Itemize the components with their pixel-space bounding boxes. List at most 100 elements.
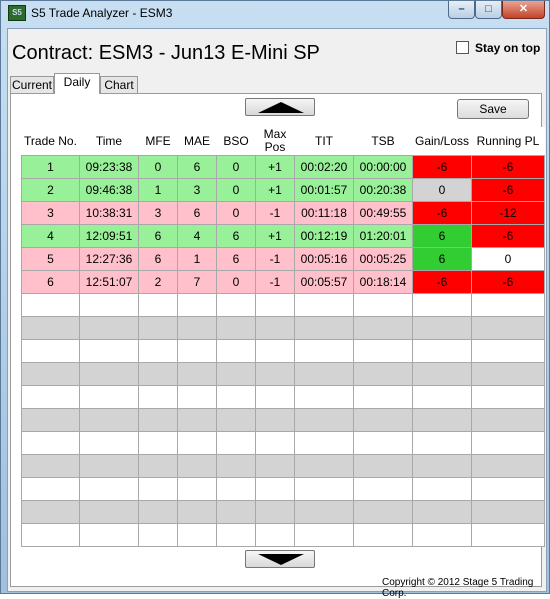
empty-cell[interactable] xyxy=(471,316,545,340)
empty-cell[interactable] xyxy=(471,385,545,409)
empty-cell[interactable] xyxy=(471,477,545,501)
empty-row[interactable] xyxy=(21,477,545,501)
empty-cell[interactable] xyxy=(353,339,413,363)
empty-cell[interactable] xyxy=(255,500,295,524)
empty-cell[interactable] xyxy=(412,408,472,432)
empty-cell[interactable] xyxy=(138,431,178,455)
empty-cell[interactable] xyxy=(294,477,354,501)
empty-cell[interactable] xyxy=(79,385,139,409)
empty-cell[interactable] xyxy=(177,477,217,501)
empty-cell[interactable] xyxy=(255,454,295,478)
empty-cell[interactable] xyxy=(21,339,80,363)
cell-time[interactable]: 09:23:38 xyxy=(79,155,139,179)
empty-cell[interactable] xyxy=(353,316,413,340)
close-button[interactable]: ✕ xyxy=(502,1,545,19)
empty-cell[interactable] xyxy=(255,477,295,501)
empty-cell[interactable] xyxy=(255,408,295,432)
cell-bso[interactable]: 0 xyxy=(216,201,256,225)
empty-cell[interactable] xyxy=(216,339,256,363)
col-trade-no[interactable]: Trade No. xyxy=(21,127,80,156)
empty-cell[interactable] xyxy=(138,339,178,363)
empty-row[interactable] xyxy=(21,431,545,455)
empty-cell[interactable] xyxy=(79,339,139,363)
cell-gain-loss[interactable]: -6 xyxy=(412,201,472,225)
cell-trade-no[interactable]: 6 xyxy=(21,270,80,294)
cell-bso[interactable]: 6 xyxy=(216,247,256,271)
cell-max-pos[interactable]: +1 xyxy=(255,178,295,202)
cell-tit[interactable]: 00:05:57 xyxy=(294,270,354,294)
col-mae[interactable]: MAE xyxy=(177,127,217,156)
cell-tsb[interactable]: 00:49:55 xyxy=(353,201,413,225)
cell-max-pos[interactable]: +1 xyxy=(255,155,295,179)
empty-cell[interactable] xyxy=(255,431,295,455)
table-row[interactable]: 3 10:38:31 3 6 0 -1 00:11:18 00:49:55 -6 -12 xyxy=(21,201,545,225)
stay-on-top-toggle[interactable]: Stay on top xyxy=(456,41,540,55)
empty-cell[interactable] xyxy=(471,454,545,478)
col-gain-loss[interactable]: Gain/Loss xyxy=(412,127,472,156)
cell-mfe[interactable]: 2 xyxy=(138,270,178,294)
empty-cell[interactable] xyxy=(353,500,413,524)
empty-cell[interactable] xyxy=(21,523,80,547)
empty-cell[interactable] xyxy=(21,500,80,524)
empty-cell[interactable] xyxy=(294,339,354,363)
cell-gain-loss[interactable]: -6 xyxy=(412,155,472,179)
empty-cell[interactable] xyxy=(79,408,139,432)
empty-cell[interactable] xyxy=(177,408,217,432)
empty-cell[interactable] xyxy=(471,408,545,432)
empty-cell[interactable] xyxy=(79,431,139,455)
empty-cell[interactable] xyxy=(216,523,256,547)
cell-mfe[interactable]: 3 xyxy=(138,201,178,225)
cell-time[interactable]: 10:38:31 xyxy=(79,201,139,225)
cell-trade-no[interactable]: 5 xyxy=(21,247,80,271)
empty-cell[interactable] xyxy=(177,523,217,547)
empty-cell[interactable] xyxy=(294,408,354,432)
empty-cell[interactable] xyxy=(471,500,545,524)
empty-cell[interactable] xyxy=(412,477,472,501)
cell-mfe[interactable]: 6 xyxy=(138,224,178,248)
empty-cell[interactable] xyxy=(353,477,413,501)
cell-mae[interactable]: 4 xyxy=(177,224,217,248)
empty-row[interactable] xyxy=(21,385,545,409)
empty-cell[interactable] xyxy=(79,523,139,547)
empty-cell[interactable] xyxy=(412,500,472,524)
col-time[interactable]: Time xyxy=(79,127,139,156)
empty-cell[interactable] xyxy=(177,362,217,386)
empty-cell[interactable] xyxy=(255,362,295,386)
cell-max-pos[interactable]: -1 xyxy=(255,201,295,225)
empty-cell[interactable] xyxy=(255,316,295,340)
cell-trade-no[interactable]: 3 xyxy=(21,201,80,225)
cell-time[interactable]: 09:46:38 xyxy=(79,178,139,202)
empty-cell[interactable] xyxy=(177,385,217,409)
col-tsb[interactable]: TSB xyxy=(353,127,413,156)
empty-cell[interactable] xyxy=(255,293,295,317)
cell-mae[interactable]: 6 xyxy=(177,155,217,179)
cell-running-pl[interactable]: -6 xyxy=(471,270,545,294)
cell-max-pos[interactable]: +1 xyxy=(255,224,295,248)
cell-gain-loss[interactable]: 6 xyxy=(412,247,472,271)
cell-tsb[interactable]: 00:20:38 xyxy=(353,178,413,202)
cell-gain-loss[interactable]: 6 xyxy=(412,224,472,248)
minimize-button[interactable]: – xyxy=(448,1,475,19)
cell-max-pos[interactable]: -1 xyxy=(255,247,295,271)
empty-cell[interactable] xyxy=(138,500,178,524)
empty-cell[interactable] xyxy=(21,362,80,386)
empty-cell[interactable] xyxy=(177,316,217,340)
empty-cell[interactable] xyxy=(21,431,80,455)
empty-row[interactable] xyxy=(21,316,545,340)
tab-current[interactable]: Current xyxy=(10,76,54,93)
empty-cell[interactable] xyxy=(353,385,413,409)
empty-cell[interactable] xyxy=(177,454,217,478)
scroll-down-button[interactable] xyxy=(245,550,315,568)
cell-mfe[interactable]: 1 xyxy=(138,178,178,202)
col-running-pl[interactable]: Running PL xyxy=(471,127,545,156)
table-row[interactable]: 6 12:51:07 2 7 0 -1 00:05:57 00:18:14 -6 -6 xyxy=(21,270,545,294)
empty-cell[interactable] xyxy=(138,293,178,317)
cell-running-pl[interactable]: -6 xyxy=(471,155,545,179)
empty-cell[interactable] xyxy=(138,362,178,386)
tab-chart[interactable]: Chart xyxy=(100,76,138,93)
empty-cell[interactable] xyxy=(353,293,413,317)
table-row[interactable]: 5 12:27:36 6 1 6 -1 00:05:16 00:05:25 6 0 xyxy=(21,247,545,271)
empty-cell[interactable] xyxy=(471,293,545,317)
title-bar[interactable]: S5 S5 Trade Analyzer - ESM3 – □ ✕ xyxy=(1,1,549,25)
empty-cell[interactable] xyxy=(79,316,139,340)
